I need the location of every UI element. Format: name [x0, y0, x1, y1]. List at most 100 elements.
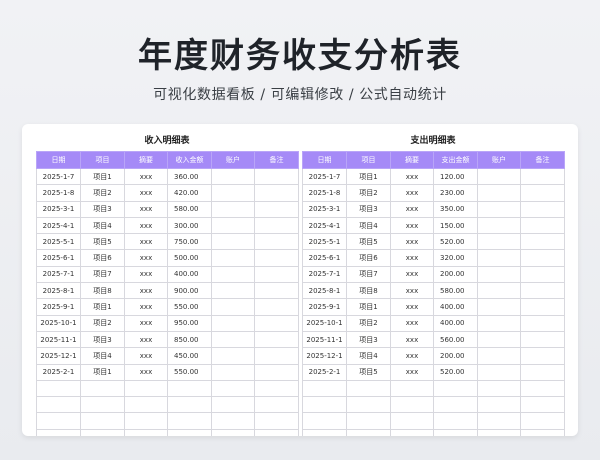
- table-cell[interactable]: [254, 428, 299, 436]
- table-cell[interactable]: [254, 249, 299, 267]
- table-cell[interactable]: [254, 363, 299, 381]
- table-cell[interactable]: [477, 347, 521, 365]
- table-cell[interactable]: xxx: [390, 330, 434, 349]
- expense-col-amount[interactable]: 支出金额: [433, 151, 478, 169]
- table-cell[interactable]: [211, 249, 255, 267]
- table-cell[interactable]: [254, 347, 299, 365]
- table-cell[interactable]: 750.00: [167, 233, 212, 251]
- table-cell[interactable]: 项目3: [346, 330, 391, 349]
- table-cell[interactable]: 550.00: [167, 298, 212, 316]
- table-cell[interactable]: xxx: [390, 298, 434, 316]
- table-cell[interactable]: [520, 347, 565, 365]
- table-cell[interactable]: xxx: [390, 314, 434, 332]
- table-cell[interactable]: [211, 314, 255, 332]
- table-cell[interactable]: [477, 249, 521, 267]
- table-cell[interactable]: xxx: [390, 265, 434, 284]
- table-cell[interactable]: 2025-5-1: [302, 233, 347, 251]
- table-cell[interactable]: [254, 200, 299, 218]
- income-col-item[interactable]: 项目: [80, 151, 125, 169]
- table-cell[interactable]: xxx: [390, 216, 434, 235]
- table-cell[interactable]: xxx: [124, 363, 168, 381]
- table-cell[interactable]: 450.00: [167, 347, 212, 365]
- table-cell[interactable]: 400.00: [433, 314, 478, 332]
- table-cell[interactable]: [477, 330, 521, 349]
- table-cell[interactable]: [433, 412, 478, 430]
- table-cell[interactable]: [520, 412, 565, 430]
- table-cell[interactable]: [211, 216, 255, 235]
- table-cell[interactable]: 项目2: [346, 314, 391, 332]
- table-cell[interactable]: 2025-7-1: [36, 265, 81, 284]
- table-cell[interactable]: 2025-2-1: [302, 363, 347, 381]
- table-cell[interactable]: 2025-10-1: [302, 314, 347, 332]
- table-cell[interactable]: [477, 200, 521, 218]
- table-cell[interactable]: [80, 412, 125, 430]
- table-cell[interactable]: [477, 298, 521, 316]
- table-cell[interactable]: [433, 428, 478, 436]
- table-cell[interactable]: [36, 396, 81, 414]
- table-cell[interactable]: xxx: [124, 200, 168, 218]
- table-cell[interactable]: [390, 379, 434, 398]
- table-cell[interactable]: 300.00: [167, 216, 212, 235]
- table-cell[interactable]: [211, 282, 255, 300]
- table-cell[interactable]: [211, 184, 255, 202]
- table-cell[interactable]: xxx: [124, 167, 168, 186]
- table-cell[interactable]: 950.00: [167, 314, 212, 332]
- table-cell[interactable]: 2025-7-1: [302, 265, 347, 284]
- table-cell[interactable]: 项目4: [346, 347, 391, 365]
- table-cell[interactable]: [477, 282, 521, 300]
- table-cell[interactable]: [80, 428, 125, 436]
- table-cell[interactable]: 项目4: [80, 216, 125, 235]
- table-cell[interactable]: [302, 396, 347, 414]
- table-cell[interactable]: [254, 314, 299, 332]
- table-cell[interactable]: 200.00: [433, 265, 478, 284]
- table-cell[interactable]: [254, 184, 299, 202]
- table-cell[interactable]: 200.00: [433, 347, 478, 365]
- table-cell[interactable]: 2025-12-1: [302, 347, 347, 365]
- table-cell[interactable]: 500.00: [167, 249, 212, 267]
- table-cell[interactable]: [167, 396, 212, 414]
- table-cell[interactable]: 320.00: [433, 249, 478, 267]
- table-cell[interactable]: [520, 200, 565, 218]
- table-cell[interactable]: xxx: [124, 249, 168, 267]
- income-col-note[interactable]: 备注: [254, 151, 299, 169]
- expense-col-date[interactable]: 日期: [302, 151, 347, 169]
- table-cell[interactable]: 580.00: [433, 282, 478, 300]
- table-cell[interactable]: [520, 265, 565, 284]
- table-cell[interactable]: 项目5: [346, 233, 391, 251]
- table-cell[interactable]: 120.00: [433, 167, 478, 186]
- table-cell[interactable]: 项目6: [80, 249, 125, 267]
- table-cell[interactable]: 项目3: [346, 200, 391, 218]
- table-cell[interactable]: [211, 347, 255, 365]
- table-cell[interactable]: [346, 396, 391, 414]
- table-cell[interactable]: [520, 314, 565, 332]
- table-cell[interactable]: xxx: [124, 265, 168, 284]
- table-cell[interactable]: [124, 379, 168, 398]
- table-cell[interactable]: 360.00: [167, 167, 212, 186]
- table-cell[interactable]: xxx: [390, 233, 434, 251]
- table-cell[interactable]: 2025-8-1: [36, 282, 81, 300]
- table-cell[interactable]: [477, 314, 521, 332]
- table-cell[interactable]: xxx: [390, 184, 434, 202]
- table-cell[interactable]: [346, 379, 391, 398]
- table-cell[interactable]: [390, 428, 434, 436]
- table-cell[interactable]: 项目3: [80, 200, 125, 218]
- table-cell[interactable]: xxx: [124, 314, 168, 332]
- table-cell[interactable]: xxx: [390, 363, 434, 381]
- table-cell[interactable]: [477, 184, 521, 202]
- table-cell[interactable]: 2025-6-1: [302, 249, 347, 267]
- table-cell[interactable]: 520.00: [433, 363, 478, 381]
- table-cell[interactable]: [167, 379, 212, 398]
- table-cell[interactable]: [254, 265, 299, 284]
- table-cell[interactable]: [477, 363, 521, 381]
- table-cell[interactable]: 400.00: [433, 298, 478, 316]
- table-cell[interactable]: [477, 167, 521, 186]
- table-cell[interactable]: 项目4: [80, 347, 125, 365]
- table-cell[interactable]: 项目1: [80, 167, 125, 186]
- table-cell[interactable]: 项目5: [80, 233, 125, 251]
- table-cell[interactable]: 420.00: [167, 184, 212, 202]
- table-cell[interactable]: [36, 428, 81, 436]
- table-cell[interactable]: xxx: [124, 330, 168, 349]
- table-cell[interactable]: [254, 298, 299, 316]
- table-cell[interactable]: 550.00: [167, 363, 212, 381]
- table-cell[interactable]: 项目1: [80, 363, 125, 381]
